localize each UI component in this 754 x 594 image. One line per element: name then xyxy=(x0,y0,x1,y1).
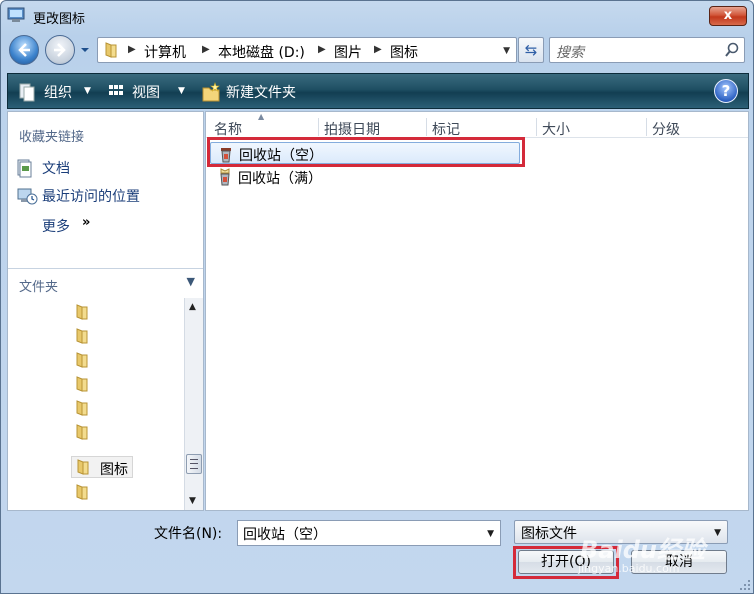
filetype-select[interactable]: 图标文件 ▼ xyxy=(514,520,728,544)
organize-button[interactable]: 组织 xyxy=(44,82,72,102)
views-icon xyxy=(109,85,123,95)
file-list: 名称 ▲ 拍摄日期 标记 大小 分级 回收站（空） 回收站（满） xyxy=(205,111,749,511)
folder-icon[interactable] xyxy=(74,484,92,500)
recent-pages-dropdown[interactable] xyxy=(79,45,91,55)
search-icon[interactable] xyxy=(724,42,740,58)
recent-places-icon xyxy=(17,188,38,205)
search-input[interactable]: 搜索 xyxy=(549,37,745,63)
filename-label: 文件名(N): xyxy=(154,526,223,542)
organize-dropdown-icon[interactable]: ▼ xyxy=(84,86,91,96)
folder-icon[interactable] xyxy=(74,304,92,320)
folder-tree-scrollbar[interactable]: ▲ ▼ xyxy=(184,298,203,510)
app-window-icon xyxy=(7,7,25,22)
column-header-name[interactable]: 名称 xyxy=(214,119,242,139)
change-icon-dialog: 更改图标 x ▶ 计算机 ▶ 本地磁盘 (D:) ▶ 图片 ▶ 图标 ▼ ⇆ 搜… xyxy=(0,0,754,594)
forward-button[interactable] xyxy=(45,35,75,65)
chevron-down-icon[interactable]: ▼ xyxy=(187,275,195,288)
folder-tree: 图标 xyxy=(8,300,184,510)
breadcrumb-computer[interactable]: 计算机 xyxy=(144,42,186,62)
column-headers: 名称 ▲ 拍摄日期 标记 大小 分级 xyxy=(206,112,748,139)
documents-icon xyxy=(17,159,32,178)
file-row-recycle-bin-full[interactable]: 回收站（满） xyxy=(210,166,520,188)
tree-item-label: 图标 xyxy=(100,462,128,478)
tree-item-icons-selected[interactable]: 图标 xyxy=(71,456,133,478)
resize-grip-icon[interactable] xyxy=(739,579,751,591)
sort-ascending-icon: ▲ xyxy=(258,112,265,121)
filetype-value: 图标文件 xyxy=(521,526,577,542)
column-header-tags[interactable]: 标记 xyxy=(432,119,460,139)
title-bar: 更改图标 x xyxy=(1,1,753,31)
scroll-up-icon[interactable]: ▲ xyxy=(189,302,196,312)
favorite-item-label: 文档 xyxy=(42,161,70,177)
folder-icon[interactable] xyxy=(74,352,92,368)
breadcrumb-separator[interactable]: ▶ xyxy=(318,44,326,55)
column-header-date-taken[interactable]: 拍摄日期 xyxy=(324,119,380,139)
views-dropdown-icon[interactable]: ▼ xyxy=(178,86,185,96)
arrow-left-icon xyxy=(18,43,30,57)
more-links[interactable]: 更多 xyxy=(42,216,70,236)
refresh-button[interactable]: ⇆ xyxy=(518,37,544,63)
filename-dropdown-icon[interactable]: ▼ xyxy=(487,529,494,539)
new-folder-button[interactable]: 新建文件夹 xyxy=(226,82,296,102)
folder-icon[interactable] xyxy=(74,424,92,440)
breadcrumb-icons[interactable]: 图标 xyxy=(390,42,418,62)
organize-icon xyxy=(19,83,35,102)
recycle-bin-full-icon xyxy=(220,168,230,186)
address-bar[interactable]: ▶ 计算机 ▶ 本地磁盘 (D:) ▶ 图片 ▶ 图标 ▼ xyxy=(97,37,517,63)
refresh-icon: ⇆ xyxy=(524,41,538,59)
new-folder-icon xyxy=(202,82,220,102)
highlight-box-selected-file xyxy=(207,137,525,167)
breadcrumb-separator[interactable]: ▶ xyxy=(128,44,136,55)
folder-icon[interactable] xyxy=(74,400,92,416)
double-chevron-right-icon[interactable]: » xyxy=(82,215,90,230)
cancel-button[interactable]: 取消 xyxy=(631,550,727,574)
folders-title: 文件夹 xyxy=(19,280,59,295)
command-bar: 组织 ▼ 视图 ▼ 新建文件夹 ? xyxy=(7,73,749,109)
scrollbar-thumb[interactable] xyxy=(186,454,202,474)
favorite-item-label: 最近访问的位置 xyxy=(42,189,140,205)
folder-icon xyxy=(105,42,117,58)
navigation-pane: 收藏夹链接 文档 最近访问的位置 更多 » 文件夹 ▼ 图标 ▲ ▼ xyxy=(7,111,204,511)
help-icon: ? xyxy=(721,82,731,100)
search-placeholder: 搜索 xyxy=(556,45,584,61)
close-button[interactable]: x xyxy=(709,6,747,26)
column-header-rating[interactable]: 分级 xyxy=(652,119,680,139)
folder-icon xyxy=(77,459,89,475)
column-header-size[interactable]: 大小 xyxy=(542,119,570,139)
favorite-links-title: 收藏夹链接 xyxy=(19,130,85,145)
highlight-box-open-button xyxy=(513,546,619,579)
breadcrumb-separator[interactable]: ▶ xyxy=(202,44,210,55)
folder-icon[interactable] xyxy=(74,328,92,344)
breadcrumb-local-disk[interactable]: 本地磁盘 (D:) xyxy=(218,42,305,62)
window-title: 更改图标 xyxy=(33,12,86,27)
help-button[interactable]: ? xyxy=(714,79,738,103)
breadcrumb-separator[interactable]: ▶ xyxy=(374,44,382,55)
breadcrumb-pictures[interactable]: 图片 xyxy=(334,42,362,62)
back-button[interactable] xyxy=(9,35,39,65)
folder-icon[interactable] xyxy=(74,376,92,392)
scroll-down-icon[interactable]: ▼ xyxy=(189,496,196,506)
address-dropdown-icon[interactable]: ▼ xyxy=(503,46,510,56)
arrow-right-icon xyxy=(54,43,66,57)
filename-input[interactable]: 回收站（空） ▼ xyxy=(237,520,501,546)
views-button[interactable]: 视图 xyxy=(132,82,160,102)
filename-value: 回收站（空） xyxy=(243,527,327,543)
file-name: 回收站（满） xyxy=(238,171,322,187)
chevron-down-icon[interactable]: ▼ xyxy=(714,528,721,538)
folders-header[interactable]: 文件夹 ▼ xyxy=(8,268,203,298)
